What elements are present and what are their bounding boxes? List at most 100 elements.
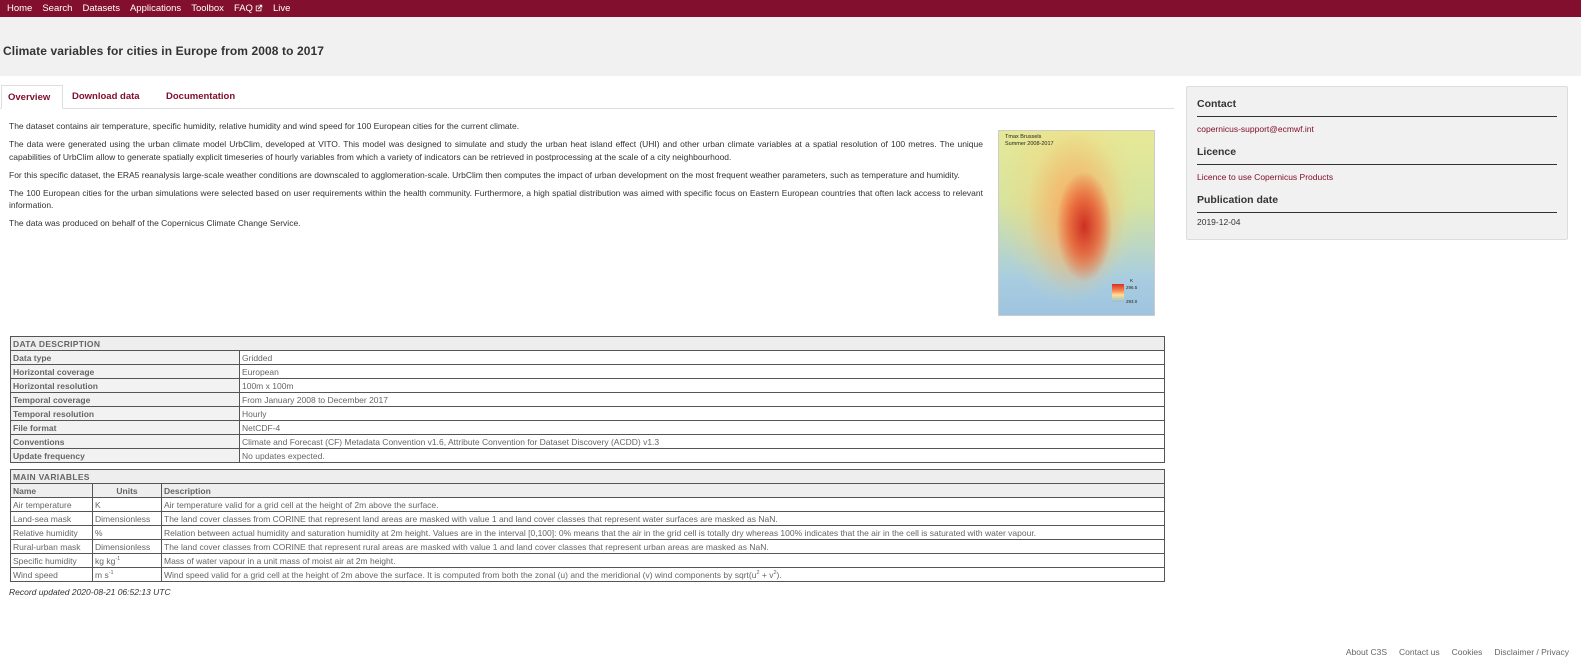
footer-about[interactable]: About C3S [1346, 647, 1387, 657]
footer-links: About C3S Contact us Cookies Disclaimer … [1334, 647, 1569, 657]
data-description-table: DATA DESCRIPTION Data type Gridded Horizo… [10, 336, 1165, 463]
row-value: From January 2008 to December 2017 [239, 392, 1165, 407]
top-nav-bar: Home Search Datasets Applications Toolbo… [0, 0, 1581, 17]
table-row: Horizontal coverage European [10, 364, 1165, 379]
variable-units: Dimensionless [92, 511, 162, 526]
variable-description: Relation between actual humidity and sat… [161, 525, 1165, 540]
table-row: Update frequency No updates expected. [10, 448, 1165, 463]
row-key: Temporal coverage [10, 392, 240, 407]
table-row: Land-sea mask Dimensionless The land cov… [10, 511, 1165, 526]
nav-live[interactable]: Live [273, 3, 290, 15]
publication-heading: Publication date [1197, 194, 1279, 206]
page-title: Climate variables for cities in Europe f… [3, 44, 325, 58]
tab-download-data[interactable]: Download data [66, 85, 146, 109]
licence-heading: Licence [1197, 146, 1237, 158]
variable-units: m s-1 [92, 567, 162, 582]
thumbnail-legend: K 296.5 293.0 [1112, 278, 1152, 308]
units-base: m s [95, 569, 109, 580]
variable-units: % [92, 525, 162, 540]
description-part: ). [776, 569, 782, 580]
table-row: Temporal coverage From January 2008 to De… [10, 392, 1165, 407]
divider [1197, 116, 1557, 117]
legend-low: 293.0 [1126, 299, 1138, 304]
nav-search[interactable]: Search [42, 3, 72, 15]
row-key: Conventions [10, 434, 240, 449]
row-value: Climate and Forecast (CF) Metadata Conve… [239, 434, 1165, 449]
variable-units: Dimensionless [92, 539, 162, 554]
nav-home[interactable]: Home [7, 3, 32, 15]
title-banner: Climate variables for cities in Europe f… [0, 17, 1581, 76]
row-key: Update frequency [10, 448, 240, 463]
row-key: Data type [10, 350, 240, 365]
legend-color-bar [1112, 284, 1124, 302]
variable-description: Wind speed valid for a grid cell at the … [161, 567, 1165, 582]
thumbnail-title: Tmax Brussels Summer 2008-2017 [1005, 134, 1054, 148]
tab-documentation[interactable]: Documentation [160, 85, 241, 109]
data-description-heading: DATA DESCRIPTION [10, 336, 1165, 351]
variable-units: K [92, 497, 162, 512]
table-row: Wind speed m s-1 Wind speed valid for a … [10, 567, 1165, 582]
divider [1197, 212, 1557, 213]
nav-faq[interactable]: FAQ [234, 3, 263, 15]
footer-disclaimer[interactable]: Disclaimer / Privacy [1494, 647, 1569, 657]
licence-link[interactable]: Licence to use Copernicus Products [1197, 172, 1333, 182]
nav-items: Home Search Datasets Applications Toolbo… [0, 0, 1581, 17]
row-value: Gridded [239, 350, 1165, 365]
table-header-row: DATA DESCRIPTION [10, 336, 1165, 351]
nav-toolbox[interactable]: Toolbox [191, 3, 224, 15]
overview-paragraph: The 100 European cities for the urban si… [9, 187, 983, 211]
row-key: File format [10, 420, 240, 435]
dataset-thumbnail-map: Tmax Brussels Summer 2008-2017 K 296.5 2… [998, 130, 1155, 316]
thumbnail-title-line1: Tmax Brussels [1005, 134, 1042, 140]
description-part: Wind speed valid for a grid cell at the … [164, 569, 757, 580]
variable-description: The land cover classes from CORINE that … [161, 511, 1165, 526]
overview-paragraph: For this specific dataset, the ERA5 rean… [9, 169, 960, 180]
table-row: File format NetCDF-4 [10, 420, 1165, 435]
variable-description: Air temperature valid for a grid cell at… [161, 497, 1165, 512]
overview-paragraph: The data was produced on behalf of the C… [9, 218, 301, 228]
row-value: Hourly [239, 406, 1165, 421]
description-part: + v [759, 569, 774, 580]
legend-unit: K [1130, 278, 1134, 283]
nav-faq-label: FAQ [233, 2, 253, 14]
column-header-name: Name [10, 483, 93, 498]
main-variables-heading: MAIN VARIABLES [10, 469, 1165, 484]
footer-contact[interactable]: Contact us [1399, 647, 1440, 657]
column-header-units: Units [92, 483, 162, 498]
nav-applications[interactable]: Applications [130, 3, 181, 15]
column-header-row: Name Units Description [10, 483, 1165, 498]
variable-units: kg kg-1 [92, 553, 162, 568]
main-variables-table: MAIN VARIABLES Name Units Description Ai… [10, 469, 1165, 582]
table-row: Horizontal resolution 100m x 100m [10, 378, 1165, 393]
nav-datasets[interactable]: Datasets [82, 3, 120, 15]
row-key: Temporal resolution [10, 406, 240, 421]
table-row: Air temperature K Air temperature valid … [10, 497, 1165, 512]
variable-name: Relative humidity [10, 525, 93, 540]
variable-name: Wind speed [10, 567, 93, 582]
row-value: No updates expected. [239, 448, 1165, 463]
footer-cookies[interactable]: Cookies [1452, 647, 1483, 657]
overview-description: The dataset contains air temperature, sp… [9, 120, 983, 235]
column-header-description: Description [161, 483, 1165, 498]
table-row: Rural-urban mask Dimensionless The land … [10, 539, 1165, 554]
row-key: Horizontal resolution [10, 378, 240, 393]
contact-sidebar: Contact copernicus-support@ecmwf.int Lic… [1186, 86, 1568, 240]
units-exponent: -1 [108, 569, 114, 576]
record-updated: Record updated 2020-08-21 06:52:13 UTC [9, 587, 171, 597]
contact-email-link[interactable]: copernicus-support@ecmwf.int [1197, 124, 1314, 134]
variable-name: Rural-urban mask [10, 539, 93, 554]
contact-heading: Contact [1197, 98, 1237, 110]
variable-description: The land cover classes from CORINE that … [161, 539, 1165, 554]
table-header-row: MAIN VARIABLES [10, 469, 1165, 484]
overview-paragraph: The dataset contains air temperature, sp… [9, 121, 520, 131]
tab-overview[interactable]: Overview [1, 85, 63, 109]
row-value: 100m x 100m [239, 378, 1165, 393]
table-row: Data type Gridded [10, 350, 1165, 365]
external-link-icon [255, 4, 263, 11]
variable-name: Air temperature [10, 497, 93, 512]
table-row: Specific humidity kg kg-1 Mass of water … [10, 553, 1165, 568]
units-base: kg kg [95, 555, 116, 566]
overview-paragraph: The data were generated using the urban … [9, 139, 983, 162]
dataset-tabs: Overview Download data Documentation [0, 85, 1174, 109]
variable-name: Specific humidity [10, 553, 93, 568]
